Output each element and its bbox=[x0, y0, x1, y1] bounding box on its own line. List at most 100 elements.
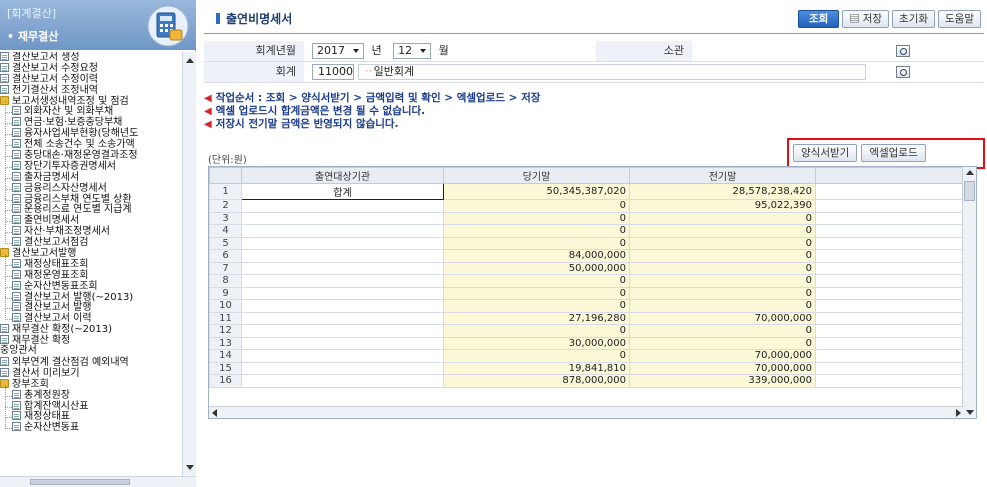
previous-amount-cell[interactable]: 0 bbox=[629, 261, 816, 275]
current-amount-cell[interactable]: 0 bbox=[443, 349, 630, 363]
table-row[interactable]: 3 00 bbox=[209, 211, 965, 225]
table-row[interactable]: 15 19,841,810 70,000,000 bbox=[209, 361, 965, 375]
office-input[interactable] bbox=[696, 43, 890, 59]
table-row[interactable]: 6 84,000,000 0 bbox=[209, 249, 965, 263]
previous-amount-cell[interactable]: 0 bbox=[629, 324, 816, 338]
scroll-down-arrow-icon[interactable] bbox=[966, 410, 974, 415]
previous-amount-cell[interactable]: 70,000,000 bbox=[629, 311, 816, 325]
table-row[interactable]: 12 0 0 bbox=[209, 324, 965, 338]
scrollbar-thumb[interactable] bbox=[964, 181, 975, 201]
tree-item[interactable]: 융자사업세부현황(당해년도 bbox=[0, 123, 182, 139]
org-cell[interactable]: 합계 bbox=[241, 183, 444, 200]
tree-item[interactable]: 재정운영표조회 bbox=[0, 264, 182, 281]
tree-item[interactable]: 운용리스료 연도별 지급계 bbox=[0, 199, 182, 215]
previous-amount-cell[interactable]: 0 bbox=[629, 211, 816, 225]
previous-amount-cell[interactable]: 0 bbox=[629, 286, 816, 300]
tree-item[interactable]: 장단기투자증권명세서 bbox=[0, 155, 182, 172]
table-row[interactable]: 7 50,000,000 0 bbox=[209, 261, 965, 275]
download-template-button[interactable]: 양식서받기 bbox=[793, 144, 858, 162]
org-cell[interactable] bbox=[241, 261, 444, 275]
org-cell[interactable] bbox=[241, 211, 444, 225]
tree-item[interactable]: 결산보고서 발행(~2013) bbox=[0, 286, 182, 303]
tree-item[interactable]: 출연비명세서 bbox=[0, 210, 182, 226]
org-cell[interactable] bbox=[241, 199, 444, 213]
previous-amount-cell[interactable]: 339,000,000 bbox=[629, 374, 816, 388]
previous-amount-cell[interactable]: 0 bbox=[629, 236, 816, 250]
current-amount-cell[interactable]: 50,000,000 bbox=[443, 261, 630, 275]
table-row[interactable]: 13 30,000,000 0 bbox=[209, 336, 965, 350]
reset-button[interactable]: 초기화 bbox=[892, 10, 936, 28]
current-amount-cell[interactable]: 878,000,000 bbox=[443, 374, 630, 388]
table-row[interactable]: 8 00 bbox=[209, 274, 965, 288]
org-cell[interactable] bbox=[241, 236, 444, 250]
tree-item[interactable]: 재정상태표 bbox=[0, 406, 182, 422]
current-amount-cell[interactable]: 30,000,000 bbox=[443, 336, 630, 350]
tree-item[interactable]: 자산·부채조정명세서 bbox=[0, 221, 182, 237]
tree-item[interactable]: 연금·보험·보증충당부채 bbox=[0, 112, 182, 128]
tree-item[interactable]: 충당대손·재정운영결과조정 bbox=[0, 145, 182, 161]
account-name-input[interactable]: ᆢ일반회계 bbox=[357, 64, 866, 80]
previous-amount-cell[interactable]: 0 bbox=[629, 336, 816, 350]
org-cell[interactable] bbox=[241, 274, 444, 288]
table-row[interactable]: 2 0 95,022,390 bbox=[209, 199, 965, 213]
previous-amount-cell[interactable]: 95,022,390 bbox=[629, 199, 816, 213]
current-amount-cell[interactable]: 0 bbox=[443, 199, 630, 213]
table-row[interactable]: 9 00 bbox=[209, 286, 965, 300]
previous-amount-cell[interactable]: 0 bbox=[629, 249, 816, 263]
current-amount-cell[interactable]: 0 bbox=[443, 324, 630, 338]
current-amount-cell[interactable]: 0 bbox=[443, 299, 630, 313]
tree-item[interactable]: 결산보고서 수정이력 bbox=[0, 73, 182, 85]
org-cell[interactable] bbox=[241, 299, 444, 313]
current-amount-cell[interactable]: 0 bbox=[443, 211, 630, 225]
table-row[interactable]: 14 0 70,000,000 bbox=[209, 349, 965, 363]
org-cell[interactable] bbox=[241, 336, 444, 350]
table-row[interactable]: 10 0 0 bbox=[209, 299, 965, 313]
tree-item[interactable]: 금융리스자산명세서 bbox=[0, 177, 182, 194]
save-button[interactable]: ▤ 저장 bbox=[842, 10, 890, 28]
tree-item[interactable]: 순자산변동표 bbox=[0, 417, 182, 433]
tree-item[interactable]: 보고서생성내역조정 및 점검 bbox=[0, 95, 182, 107]
table-row[interactable]: 5 00 bbox=[209, 236, 965, 250]
org-cell[interactable] bbox=[241, 349, 444, 363]
scroll-down-arrow-icon[interactable] bbox=[186, 465, 194, 470]
account-code-input[interactable]: 11000 bbox=[312, 64, 354, 80]
account-lookup-icon[interactable] bbox=[896, 66, 910, 78]
tree-item[interactable]: 결산보고서 발행 bbox=[0, 297, 182, 313]
tree-item[interactable]: 재정상태표조회 bbox=[0, 253, 182, 270]
sidebar-vertical-scrollbar[interactable] bbox=[182, 52, 196, 476]
previous-amount-cell[interactable]: 0 bbox=[629, 224, 816, 238]
year-select[interactable]: 2017 bbox=[312, 43, 364, 59]
tree-item[interactable]: 결산보고서 수정요청 bbox=[0, 62, 182, 74]
table-row[interactable]: 16 878,000,000 339,000,000 bbox=[209, 374, 965, 388]
previous-amount-cell[interactable]: 70,000,000 bbox=[629, 349, 816, 363]
tree-item[interactable]: 총계정원장 bbox=[0, 384, 182, 401]
search-button[interactable]: 조회 bbox=[797, 10, 840, 28]
org-cell[interactable] bbox=[241, 249, 444, 263]
tree-item[interactable]: 장부조회 bbox=[0, 378, 182, 390]
tree-item[interactable]: 외부연계 결산점검 예외내역 bbox=[0, 356, 182, 368]
month-select[interactable]: 12 bbox=[393, 43, 432, 59]
current-amount-cell[interactable]: 27,196,280 bbox=[443, 311, 630, 325]
tree-item[interactable]: 순자산변동표조회 bbox=[0, 275, 182, 292]
tree-item[interactable]: 결산보고서 이력 bbox=[0, 308, 182, 324]
tree-item[interactable]: 합계잔액시산표 bbox=[0, 395, 182, 411]
scroll-up-arrow-icon[interactable] bbox=[186, 58, 194, 63]
tree-item[interactable]: 결산보고서 생성 bbox=[0, 52, 182, 63]
scroll-right-arrow-icon[interactable] bbox=[956, 409, 961, 417]
excel-upload-button[interactable]: 엑셀업로드 bbox=[861, 144, 926, 162]
sidebar-horizontal-scrollbar[interactable] bbox=[0, 476, 196, 487]
org-cell[interactable] bbox=[241, 361, 444, 375]
current-amount-cell[interactable]: 0 bbox=[443, 274, 630, 288]
tree-item[interactable]: 중앙관서 bbox=[0, 345, 182, 357]
scrollbar-thumb[interactable] bbox=[30, 479, 130, 485]
table-row[interactable]: 1 합계 50,345,387,020 28,578,238,420 bbox=[209, 183, 965, 200]
office-lookup-icon[interactable] bbox=[896, 45, 910, 57]
org-cell[interactable] bbox=[241, 324, 444, 338]
tree-item[interactable]: 결산보고서발행 bbox=[0, 248, 182, 259]
help-button[interactable]: 도움말 bbox=[938, 10, 981, 28]
org-cell[interactable] bbox=[241, 224, 444, 238]
grid-horizontal-scrollbar[interactable] bbox=[209, 406, 964, 418]
current-amount-cell[interactable]: 0 bbox=[443, 236, 630, 250]
previous-amount-cell[interactable]: 0 bbox=[629, 299, 816, 313]
previous-amount-cell[interactable]: 28,578,238,420 bbox=[629, 183, 816, 200]
